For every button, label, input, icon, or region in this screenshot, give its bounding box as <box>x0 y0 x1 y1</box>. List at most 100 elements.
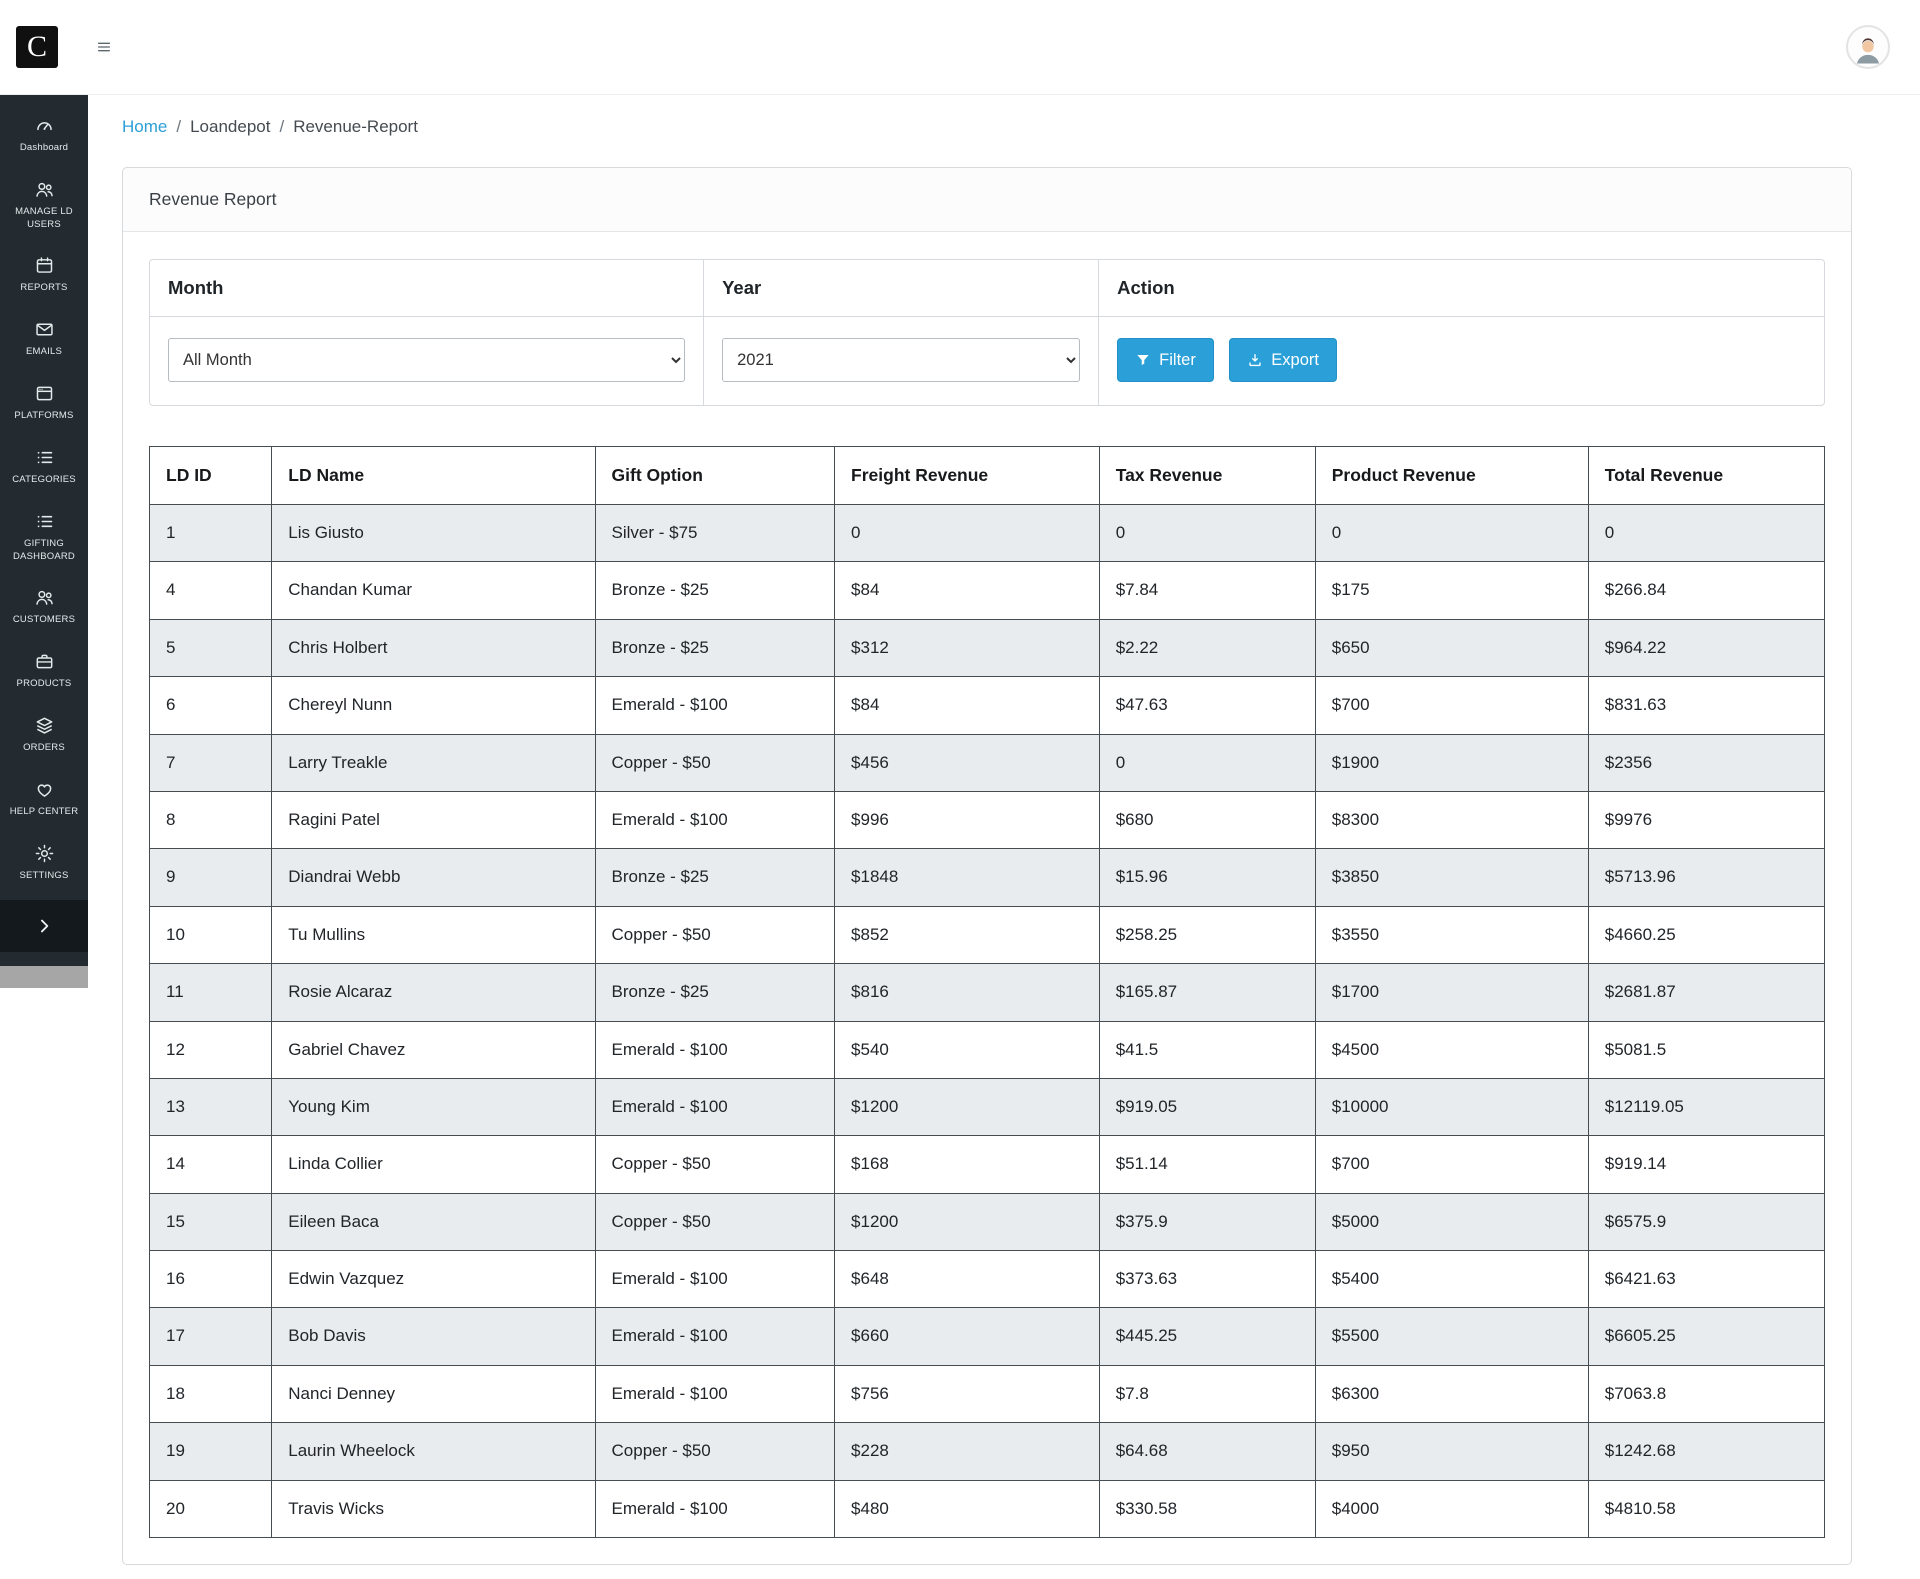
table-cell: Chris Holbert <box>272 619 595 676</box>
table-cell: $7063.8 <box>1588 1365 1824 1422</box>
table-cell: $540 <box>835 1021 1100 1078</box>
breadcrumb: Home/Loandepot/Revenue-Report <box>122 117 1852 137</box>
table-cell: Ragini Patel <box>272 791 595 848</box>
table-cell: Chandan Kumar <box>272 562 595 619</box>
sidebar-item-label: PLATFORMS <box>14 410 73 423</box>
action-cell: Filter Export <box>1099 317 1824 405</box>
sidebar-item-label: PRODUCTS <box>17 678 72 691</box>
table-cell: Rosie Alcaraz <box>272 964 595 1021</box>
table-cell: 4 <box>150 562 272 619</box>
sidebar-expand-button[interactable] <box>0 900 88 952</box>
table-body: 1Lis GiustoSilver - $7500004Chandan Kuma… <box>150 505 1825 1538</box>
sidebar-item-platforms[interactable]: PLATFORMS <box>0 371 88 435</box>
filter-button[interactable]: Filter <box>1117 338 1214 382</box>
year-select[interactable]: 2021 <box>722 338 1080 382</box>
sidebar-item-customers[interactable]: CUSTOMERS <box>0 575 88 639</box>
user-avatar[interactable] <box>1846 25 1890 69</box>
sidebar-item-products[interactable]: PRODUCTS <box>0 639 88 703</box>
users-icon <box>34 179 55 200</box>
table-cell: Copper - $50 <box>595 906 835 963</box>
sidebar-item-help-center[interactable]: HELP CENTER <box>0 767 88 831</box>
table-cell: Diandrai Webb <box>272 849 595 906</box>
table-cell: $831.63 <box>1588 677 1824 734</box>
table-cell: $84 <box>835 562 1100 619</box>
sidebar-item-reports[interactable]: REPORTS <box>0 243 88 307</box>
column-header: LD ID <box>150 447 272 505</box>
month-column-label: Month <box>150 260 704 317</box>
table-row: 9Diandrai WebbBronze - $25$1848$15.96$38… <box>150 849 1825 906</box>
table-cell: 1 <box>150 505 272 562</box>
table-row: 15Eileen BacaCopper - $50$1200$375.9$500… <box>150 1193 1825 1250</box>
table-cell: 17 <box>150 1308 272 1365</box>
table-cell: Linda Collier <box>272 1136 595 1193</box>
sidebar-item-label: ORDERS <box>23 742 65 755</box>
table-cell: $700 <box>1315 1136 1588 1193</box>
sidebar-item-gifting-dashboard[interactable]: GIFTING DASHBOARD <box>0 499 88 576</box>
table-cell: Emerald - $100 <box>595 1251 835 1308</box>
sidebar-scrollbar[interactable] <box>0 966 88 988</box>
list-icon <box>34 511 55 532</box>
table-cell: $2356 <box>1588 734 1824 791</box>
sidebar-item-label: GIFTING DASHBOARD <box>3 538 85 564</box>
year-column-label: Year <box>704 260 1099 317</box>
table-cell: $2681.87 <box>1588 964 1824 1021</box>
table-cell: $6575.9 <box>1588 1193 1824 1250</box>
table-cell: Emerald - $100 <box>595 1480 835 1537</box>
table-cell: Nanci Denney <box>272 1365 595 1422</box>
table-cell: $3550 <box>1315 906 1588 963</box>
filter-panel: Month Year Action All Month 2021 F <box>149 259 1825 406</box>
table-cell: Bob Davis <box>272 1308 595 1365</box>
column-header: Tax Revenue <box>1099 447 1315 505</box>
table-cell: $47.63 <box>1099 677 1315 734</box>
hamburger-menu-icon <box>96 39 112 55</box>
table-cell: $756 <box>835 1365 1100 1422</box>
sidebar-item-categories[interactable]: CATEGORIES <box>0 435 88 499</box>
sidebar-item-emails[interactable]: EMAILS <box>0 307 88 371</box>
export-button[interactable]: Export <box>1229 338 1337 382</box>
table-cell: 0 <box>1315 505 1588 562</box>
table-cell: $6605.25 <box>1588 1308 1824 1365</box>
month-select[interactable]: All Month <box>168 338 685 382</box>
menu-toggle-button[interactable] <box>86 29 122 65</box>
briefcase-icon <box>34 651 55 672</box>
table-cell: Laurin Wheelock <box>272 1423 595 1480</box>
revenue-report-card: Revenue Report Month Year Action All Mon… <box>122 167 1852 1565</box>
table-cell: $456 <box>835 734 1100 791</box>
gear-icon <box>34 843 55 864</box>
table-cell: $266.84 <box>1588 562 1824 619</box>
app-logo[interactable]: C <box>16 26 58 68</box>
table-cell: 18 <box>150 1365 272 1422</box>
table-row: 6Chereyl NunnEmerald - $100$84$47.63$700… <box>150 677 1825 734</box>
table-cell: $4660.25 <box>1588 906 1824 963</box>
breadcrumb-item-home[interactable]: Home <box>122 117 167 137</box>
table-cell: $4000 <box>1315 1480 1588 1537</box>
breadcrumb-item-revenue-report: Revenue-Report <box>293 117 418 137</box>
table-cell: 0 <box>1099 505 1315 562</box>
person-avatar-icon <box>1851 33 1885 67</box>
table-row: 16Edwin VazquezEmerald - $100$648$373.63… <box>150 1251 1825 1308</box>
mail-icon <box>34 319 55 340</box>
table-cell: Copper - $50 <box>595 1136 835 1193</box>
download-icon <box>1247 352 1263 368</box>
topbar: C <box>0 0 1920 95</box>
table-cell: 13 <box>150 1078 272 1135</box>
table-cell: $5713.96 <box>1588 849 1824 906</box>
table-cell: $680 <box>1099 791 1315 848</box>
sidebar-item-manage-ld-users[interactable]: MANAGE LD USERS <box>0 167 88 244</box>
table-cell: Bronze - $25 <box>595 562 835 619</box>
year-select-cell: 2021 <box>704 317 1099 405</box>
table-cell: $650 <box>1315 619 1588 676</box>
sidebar-item-label: CUSTOMERS <box>13 614 75 627</box>
table-cell: $480 <box>835 1480 1100 1537</box>
table-cell: $12119.05 <box>1588 1078 1824 1135</box>
table-cell: $8300 <box>1315 791 1588 848</box>
sidebar-item-orders[interactable]: ORDERS <box>0 703 88 767</box>
table-header-row: LD IDLD NameGift OptionFreight RevenueTa… <box>150 447 1825 505</box>
table-cell: $258.25 <box>1099 906 1315 963</box>
sidebar-item-dashboard[interactable]: Dashboard <box>0 103 88 167</box>
table-cell: $228 <box>835 1423 1100 1480</box>
table-cell: $3850 <box>1315 849 1588 906</box>
table-cell: $660 <box>835 1308 1100 1365</box>
sidebar-item-settings[interactable]: SETTINGS <box>0 831 88 895</box>
table-row: 12Gabriel ChavezEmerald - $100$540$41.5$… <box>150 1021 1825 1078</box>
